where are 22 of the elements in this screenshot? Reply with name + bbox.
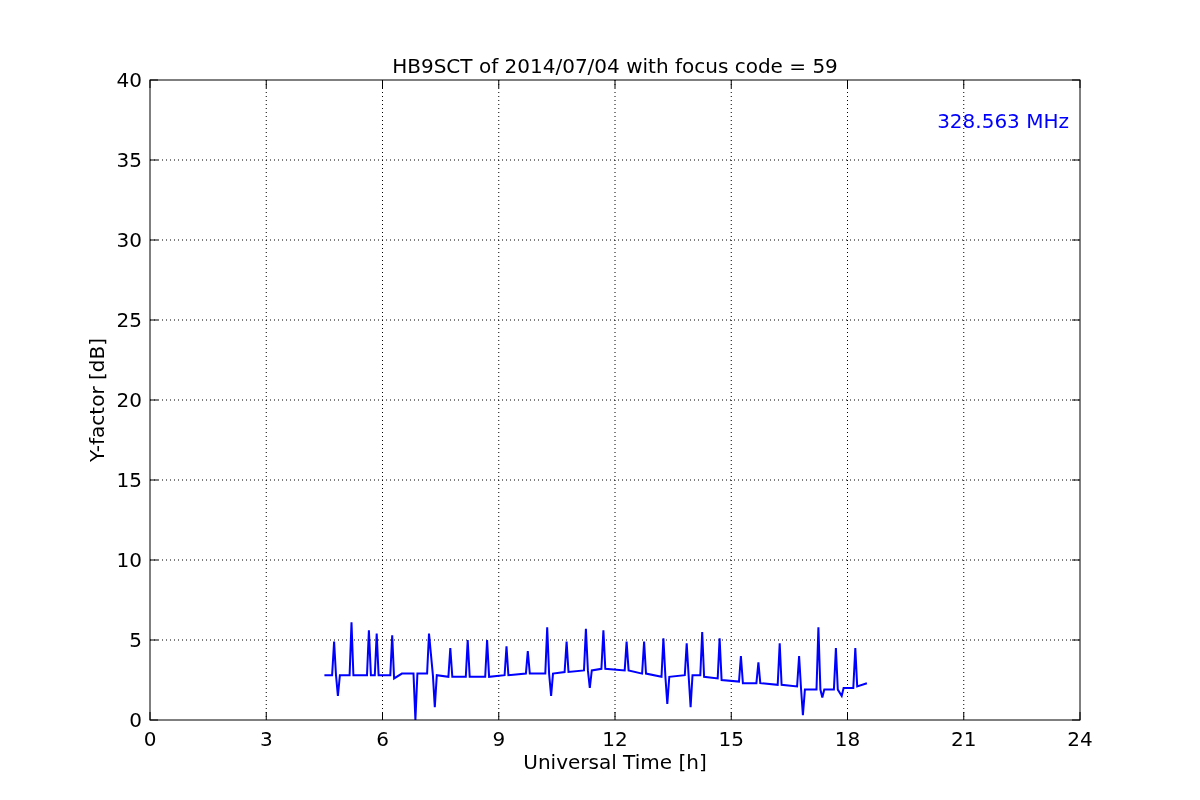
series-label: 328.563 MHz	[937, 109, 1069, 133]
x-tick-label: 3	[259, 727, 273, 751]
y-tick-label: 0	[129, 708, 142, 732]
x-tick-label: 12	[602, 727, 628, 751]
y-tick-label: 10	[116, 548, 142, 572]
y-tick-label: 25	[116, 308, 142, 332]
y-tick-label: 40	[116, 68, 142, 92]
y-tick-label: 35	[116, 148, 142, 172]
y-tick-label: 5	[129, 628, 142, 652]
x-tick-label: 15	[718, 727, 744, 751]
chart-title: HB9SCT of 2014/07/04 with focus code = 59	[392, 54, 838, 78]
y-axis-label: Y-factor [dB]	[85, 338, 109, 462]
x-tick-label: 18	[834, 727, 861, 751]
y-tick-label: 30	[116, 228, 142, 252]
x-axis-label: Universal Time [h]	[523, 750, 707, 774]
x-tick-label: 0	[143, 727, 157, 751]
x-tick-label: 21	[951, 727, 977, 751]
x-tick-label: 24	[1067, 727, 1093, 751]
y-tick-label: 15	[116, 468, 142, 492]
x-tick-label: 9	[492, 727, 506, 751]
y-tick-label: 20	[116, 388, 142, 412]
x-tick-label: 6	[376, 727, 389, 751]
